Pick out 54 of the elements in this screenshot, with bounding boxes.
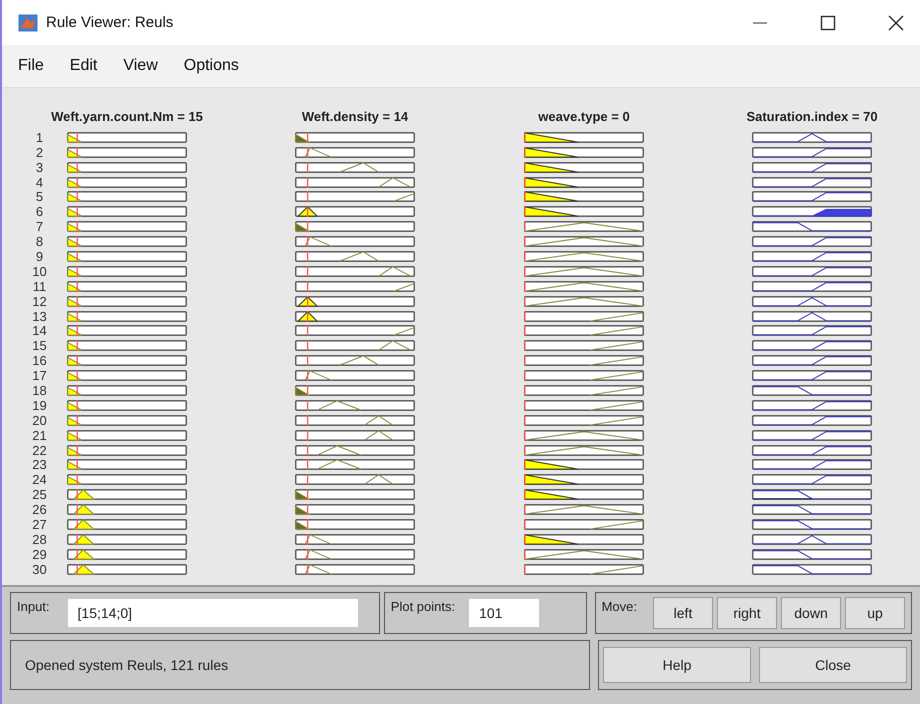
menu-item[interactable]: Options [184, 57, 239, 75]
rule-number: 26 [32, 504, 47, 516]
rule-number: 19 [32, 400, 47, 411]
rule-number: 4 [36, 176, 44, 188]
status-message: Opened system Reuls, 121 rules [25, 657, 228, 673]
rule-number: 25 [32, 489, 47, 500]
rule-number: 8 [36, 236, 44, 248]
rule-number: 22 [32, 444, 47, 456]
variable-heading: Weft.density = 14 [302, 109, 408, 124]
variable-heading: Weft.yarn.count.Nm = 15 [51, 109, 203, 124]
rule-number: 17 [32, 370, 47, 382]
rule-number: 1 [36, 132, 44, 143]
menu-item[interactable]: File [18, 57, 44, 75]
maximize-icon[interactable] [820, 14, 836, 30]
rule-number: 18 [32, 384, 47, 396]
rule-number: 14 [32, 325, 47, 336]
rule-number: 13 [32, 310, 47, 322]
variable-heading: weave.type = 0 [538, 109, 630, 124]
menu-item[interactable]: Edit [70, 57, 98, 75]
plot-points-field[interactable]: 101 [469, 599, 540, 627]
menu-item[interactable]: View [123, 57, 158, 75]
move-button[interactable]: up [845, 597, 905, 629]
close-icon[interactable] [888, 14, 904, 30]
rule-number: 12 [32, 296, 47, 307]
input-field[interactable]: [15;14;0] [68, 599, 358, 627]
move-button[interactable]: down [781, 597, 841, 629]
rule-number: 20 [32, 414, 47, 426]
rule-number: 16 [32, 355, 47, 366]
rule-number: 21 [32, 430, 47, 441]
app-logo-icon [18, 14, 38, 32]
input-label: Input: [17, 599, 50, 614]
dialog-button[interactable]: Close [759, 647, 907, 683]
move-button[interactable]: left [653, 597, 713, 629]
rule-number: 30 [32, 564, 47, 575]
rule-number: 11 [32, 280, 46, 292]
rule-number: 10 [32, 266, 47, 277]
rule-number: 6 [36, 206, 44, 218]
rule-number: 15 [32, 340, 47, 352]
dialog-button[interactable]: Help [603, 647, 751, 683]
rule-number: 3 [36, 162, 44, 173]
rule-number: 28 [32, 534, 47, 545]
rule-number: 5 [36, 191, 44, 202]
rule-number: 23 [32, 459, 47, 470]
move-label: Move: [602, 599, 637, 614]
rule-number: 7 [36, 221, 44, 232]
rule-number: 29 [32, 548, 47, 560]
window-title: Rule Viewer: Reuls [46, 14, 174, 31]
plot-points-label: Plot points: [390, 599, 456, 614]
rule-number: 27 [32, 518, 47, 530]
rule-number: 2 [36, 146, 44, 158]
move-button[interactable]: right [717, 597, 777, 629]
variable-heading: Saturation.index = 70 [746, 109, 878, 124]
rule-number: 9 [36, 250, 44, 262]
rule-number: 24 [32, 474, 47, 486]
